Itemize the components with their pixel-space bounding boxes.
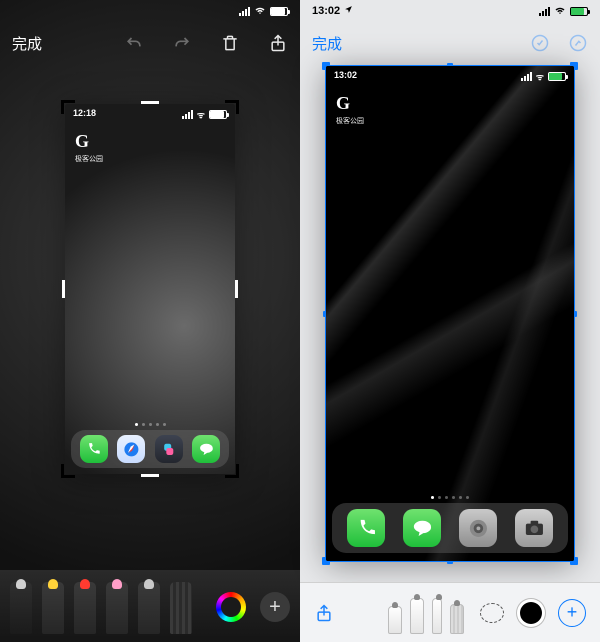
pen-tool[interactable] [388,606,402,634]
canvas-area: 12:18 ᯤ G 极客公园 [0,64,300,474]
redo-icon[interactable] [172,33,192,53]
dock [71,430,229,468]
highlighter-tool[interactable] [74,582,96,634]
battery-icon [570,7,588,16]
cellular-signal-icon [539,7,550,16]
pen-tool[interactable] [450,604,464,634]
cellular-signal-icon [239,7,250,16]
canvas-area: 13:02 ᯤ G 极客公园 [300,64,600,561]
nav-bar: 完成 [300,22,600,64]
home-widget: G 极客公园 [336,93,574,126]
ruler-tool[interactable] [170,582,192,634]
share-icon[interactable] [314,603,334,623]
widget-logo: G [336,93,574,114]
phone-app-icon [347,509,385,547]
pen-tools [388,592,464,634]
wifi-icon: ᯤ [536,70,544,83]
widget-logo: G [75,131,235,152]
pen-tool[interactable] [410,598,424,634]
battery-icon [209,110,227,119]
home-widget: G 极客公园 [75,131,235,164]
crop-frame[interactable]: 12:18 ᯤ G 极客公园 [65,104,235,474]
eraser-tool[interactable] [138,582,160,634]
share-icon[interactable] [268,33,288,53]
crop-frame[interactable]: 13:02 ᯤ G 极客公园 [326,66,574,561]
pen-tool[interactable] [10,582,32,634]
status-bar: 13:02 [300,0,600,22]
dark-markup-editor: 完成 [0,0,300,642]
markup-bottom-bar: + [300,582,600,642]
status-icons [539,4,588,19]
shortcuts-app-icon [155,435,183,463]
trash-icon[interactable] [220,33,240,53]
done-button[interactable]: 完成 [312,33,342,54]
status-icons [239,4,288,19]
screenshot-content: 13:02 ᯤ G 极客公园 [326,66,574,561]
messages-app-icon [192,435,220,463]
inner-time: 13:02 [334,70,357,83]
dock [332,503,568,553]
inner-status-bar: 13:02 ᯤ [326,66,574,83]
messages-app-icon [403,509,441,547]
status-time: 13:02 [312,5,340,17]
marker-tool[interactable] [42,582,64,634]
wifi-icon [254,4,266,19]
phone-app-icon [80,435,108,463]
crop-handle[interactable] [235,280,238,298]
markup-tool-tray: + [0,570,300,642]
inner-time: 12:18 [73,108,96,121]
cellular-signal-icon [182,110,193,119]
pencil-tool[interactable] [106,582,128,634]
undo-icon[interactable] [124,33,144,53]
add-shape-button[interactable]: + [260,592,290,622]
page-indicator [65,423,235,426]
wifi-icon: ᯤ [197,108,205,121]
nav-bar: 完成 [0,22,300,64]
undo-icon[interactable] [530,33,550,53]
color-picker-icon[interactable] [216,592,246,622]
safari-app-icon [117,435,145,463]
inner-status-bar: 12:18 ᯤ [65,104,235,121]
lasso-tool-icon[interactable] [480,603,504,623]
crop-handle[interactable] [141,474,159,477]
screenshot-content: 12:18 ᯤ G 极客公园 [65,104,235,474]
settings-app-icon [459,509,497,547]
pen-tool[interactable] [432,598,442,634]
wifi-icon [554,4,566,19]
cellular-signal-icon [521,72,532,81]
widget-caption: 极客公园 [75,154,235,164]
light-markup-editor: 13:02 完成 [300,0,600,642]
status-bar [0,0,300,22]
add-shape-button[interactable]: + [558,599,586,627]
battery-icon [548,72,566,81]
camera-app-icon [515,509,553,547]
location-icon [344,5,353,17]
done-button[interactable]: 完成 [12,33,42,54]
redo-icon[interactable] [568,33,588,53]
battery-icon [270,7,288,16]
widget-caption: 极客公园 [336,116,574,126]
page-indicator [326,496,574,499]
color-swatch-icon[interactable] [520,602,542,624]
